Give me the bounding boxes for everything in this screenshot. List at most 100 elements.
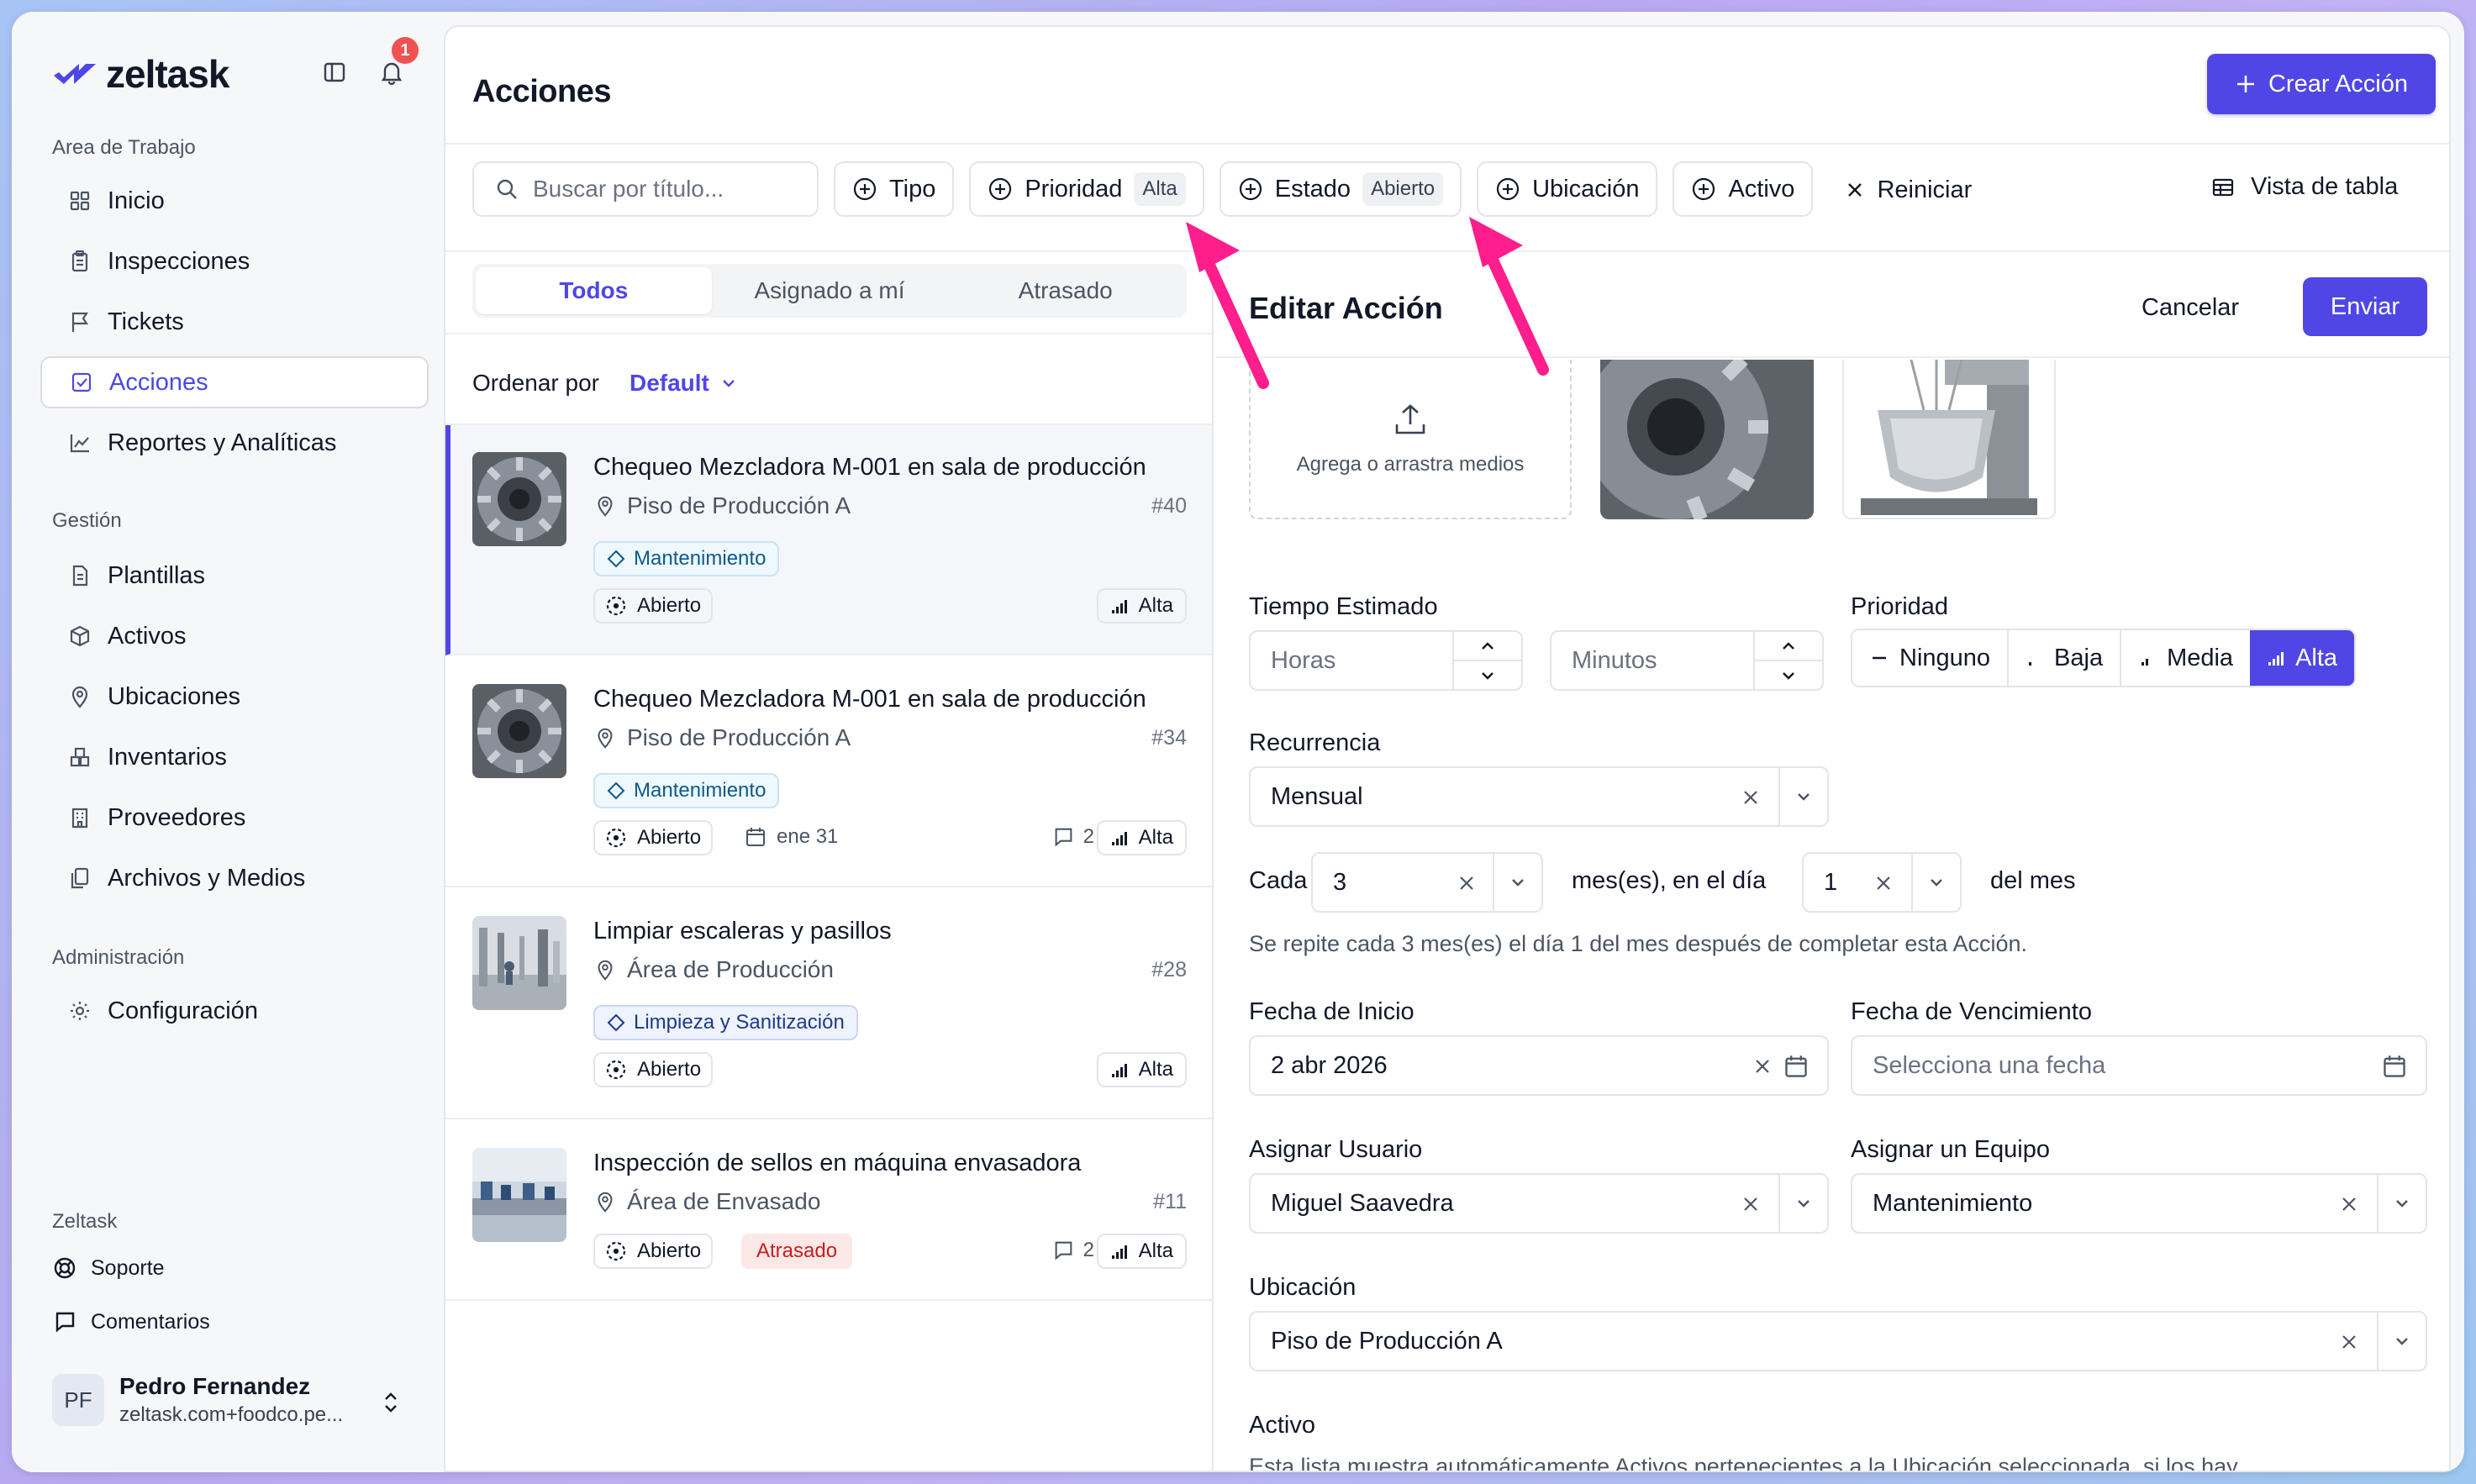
filter-prioridad-button[interactable]: Prioridad Alta xyxy=(969,161,1204,217)
sidebar-item-archivos[interactable]: Archivos y Medios xyxy=(40,852,429,904)
upload-dropzone[interactable]: Agrega o arrastra medios xyxy=(1249,360,1572,519)
chevron-down-icon[interactable] xyxy=(1911,854,1960,911)
close-icon[interactable] xyxy=(1871,871,1896,896)
media-thumbnail-mixer[interactable] xyxy=(1842,360,2056,519)
search-input[interactable]: Buscar por título... xyxy=(472,161,819,217)
overdue-badge: Atrasado xyxy=(741,1234,853,1269)
assign-user-select[interactable]: Miguel Saavedra xyxy=(1249,1173,1829,1234)
filter-label: Estado xyxy=(1274,175,1351,203)
chevron-down-icon[interactable] xyxy=(1493,854,1541,911)
packaging-line-photo xyxy=(472,1148,566,1242)
priority-option-ninguno[interactable]: Ninguno xyxy=(1852,630,2007,686)
tab-todos[interactable]: Todos xyxy=(476,267,712,314)
sidebar-item-activos[interactable]: Activos xyxy=(40,610,429,662)
chevron-down-icon[interactable] xyxy=(1454,660,1521,689)
list-item[interactable]: Inspección de sellos en máquina envasado… xyxy=(445,1121,1212,1301)
plus-circle-icon xyxy=(1497,177,1520,201)
card-title: Chequeo Mezcladora M-001 en sala de prod… xyxy=(593,686,1146,713)
minutes-input[interactable]: Minutos xyxy=(1550,630,1824,691)
months-label: mes(es), xyxy=(1572,867,1667,894)
close-icon[interactable] xyxy=(1738,1192,1763,1217)
comment-count: 2 xyxy=(1083,1239,1094,1261)
start-date-input[interactable]: 2 abr 2026 xyxy=(1249,1035,1829,1096)
reset-filters-button[interactable]: Reiniciar xyxy=(1828,161,1989,218)
filter-bar: Buscar por título... Tipo Prioridad Alta… xyxy=(472,161,1989,218)
sidebar-item-tickets[interactable]: Tickets xyxy=(40,296,429,348)
hours-placeholder: Horas xyxy=(1271,646,1336,674)
signal-bars-icon xyxy=(1111,832,1127,845)
chevron-down-icon[interactable] xyxy=(1755,660,1822,689)
chevron-up-icon[interactable] xyxy=(1755,632,1822,660)
priority-option-alta[interactable]: Alta xyxy=(2250,630,2355,686)
logo[interactable]: zeltask xyxy=(52,49,229,99)
sidebar-item-inicio[interactable]: Inicio xyxy=(40,175,429,227)
table-view-button[interactable]: Vista de tabla xyxy=(2210,173,2398,201)
sidebar-item-inspecciones[interactable]: Inspecciones xyxy=(40,235,429,287)
list-item[interactable]: Limpiar escaleras y pasillos Área de Pro… xyxy=(445,889,1212,1119)
chevron-down-icon[interactable] xyxy=(2377,1175,2426,1232)
of-month-label: del mes xyxy=(1990,867,2076,894)
chevron-down-icon[interactable] xyxy=(2377,1313,2426,1370)
priority-option-media[interactable]: Media xyxy=(2120,630,2250,686)
filter-label: Ubicación xyxy=(1532,175,1640,203)
priority-option-label: Media xyxy=(2167,644,2234,671)
tab-atrasado[interactable]: Atrasado xyxy=(947,267,1183,314)
building-icon xyxy=(71,808,88,829)
close-icon[interactable] xyxy=(1738,785,1763,810)
close-icon[interactable] xyxy=(1454,871,1479,896)
status-badge: Abierto xyxy=(593,1234,714,1269)
close-icon[interactable] xyxy=(2336,1329,2362,1355)
section-title-admin: Administración xyxy=(52,946,185,969)
sort-dropdown[interactable]: Default xyxy=(630,370,738,397)
create-action-button[interactable]: Crear Acción xyxy=(2207,54,2436,114)
filter-ubicacion-button[interactable]: Ubicación xyxy=(1477,161,1658,217)
sidebar-item-configuracion[interactable]: Configuración xyxy=(40,985,429,1037)
close-icon[interactable] xyxy=(1750,1054,1775,1079)
sidebar-item-label: Inventarios xyxy=(108,743,227,771)
sidebar-toggle-icon[interactable] xyxy=(314,52,355,92)
recurrence-select[interactable]: Mensual xyxy=(1249,766,1829,827)
sidebar-item-acciones[interactable]: Acciones xyxy=(40,356,429,408)
sidebar-item-proveedores[interactable]: Proveedores xyxy=(40,792,429,844)
media-thumbnail-gear[interactable] xyxy=(1600,360,1814,519)
status-badge: Abierto xyxy=(593,588,714,624)
cancel-button[interactable]: Cancelar xyxy=(2141,294,2239,322)
tab-asignado[interactable]: Asignado a mí xyxy=(712,267,948,314)
priority-option-baja[interactable]: Baja xyxy=(2007,630,2120,686)
user-menu[interactable]: PF Pedro Fernandez zeltask.com+foodco.pe… xyxy=(52,1373,343,1427)
chevron-down-icon[interactable] xyxy=(1778,1175,1827,1232)
due-date-placeholder: Selecciona una fecha xyxy=(1873,1051,2106,1079)
close-icon[interactable] xyxy=(2336,1192,2362,1217)
status-text: Abierto xyxy=(637,1239,702,1262)
day-select[interactable]: 1 xyxy=(1802,852,1962,913)
filter-activo-button[interactable]: Activo xyxy=(1673,161,1814,217)
calendar-icon[interactable] xyxy=(1783,1054,1809,1079)
list-item[interactable]: Chequeo Mezcladora M-001 en sala de prod… xyxy=(445,657,1212,887)
chevron-up-icon[interactable] xyxy=(1454,632,1521,660)
every-select[interactable]: 3 xyxy=(1311,852,1543,913)
sidebar-item-plantillas[interactable]: Plantillas xyxy=(40,550,429,602)
calendar-icon[interactable] xyxy=(2382,1054,2407,1079)
list-tabs: Todos Asignado a mí Atrasado xyxy=(472,264,1187,318)
sidebar-item-comentarios[interactable]: Comentarios xyxy=(52,1309,210,1334)
sidebar-item-inventarios[interactable]: Inventarios xyxy=(40,731,429,783)
list-item[interactable]: Chequeo Mezcladora M-001 en sala de prod… xyxy=(445,425,1212,655)
sidebar-item-ubicaciones[interactable]: Ubicaciones xyxy=(40,671,429,723)
hours-input[interactable]: Horas xyxy=(1249,630,1523,691)
assign-team-select[interactable]: Mantenimiento xyxy=(1851,1173,2427,1234)
filter-tipo-button[interactable]: Tipo xyxy=(834,161,955,217)
grid-icon xyxy=(70,191,90,211)
signal-bars-icon xyxy=(2268,652,2284,666)
search-placeholder: Buscar por título... xyxy=(533,176,724,202)
chevron-down-icon[interactable] xyxy=(1778,768,1827,825)
due-date-input[interactable]: Selecciona una fecha xyxy=(1851,1035,2427,1096)
chevron-updown-icon[interactable] xyxy=(378,1390,403,1415)
filter-estado-button[interactable]: Estado Abierto xyxy=(1219,161,1462,217)
send-button[interactable]: Enviar xyxy=(2303,277,2427,336)
signal-bars-icon xyxy=(1111,1064,1127,1077)
sidebar-item-reportes[interactable]: Reportes y Analíticas xyxy=(40,417,429,469)
sidebar-item-label: Plantillas xyxy=(108,561,206,589)
location-select[interactable]: Piso de Producción A xyxy=(1249,1311,2427,1371)
sidebar-item-soporte[interactable]: Soporte xyxy=(52,1255,165,1281)
section-title-workspace: Area de Trabajo xyxy=(52,136,196,159)
